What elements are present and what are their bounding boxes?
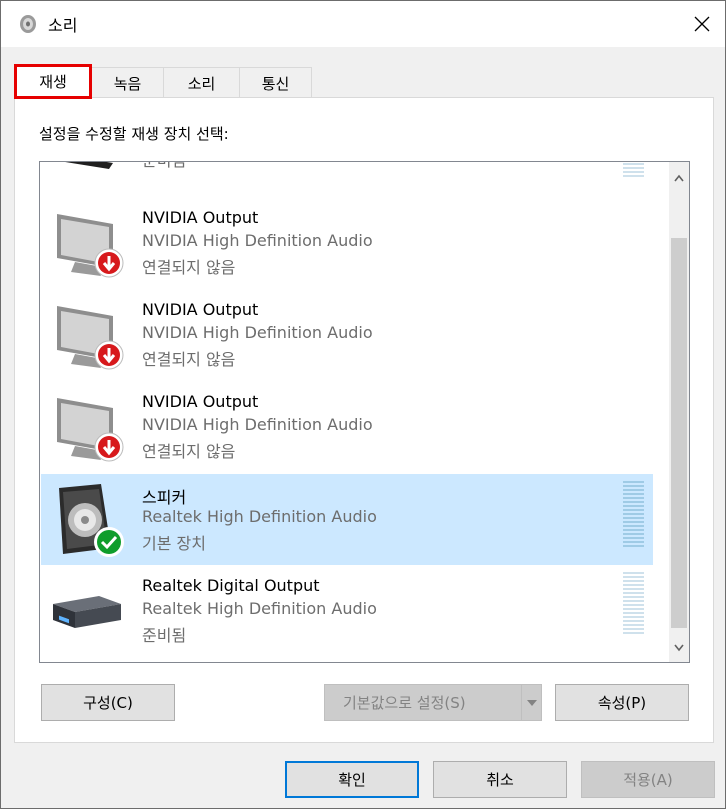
vertical-scrollbar[interactable]	[669, 162, 689, 662]
device-driver: NVIDIA High Definition Audio	[142, 323, 373, 342]
scrollbar-thumb[interactable]	[671, 238, 687, 628]
device-name: NVIDIA Output	[142, 208, 259, 227]
window-title: 소리	[48, 16, 78, 35]
select-device-prompt: 설정을 수정할 재생 장치 선택:	[39, 125, 229, 143]
device-status: 준비됨	[142, 626, 187, 645]
tab-communications[interactable]: 통신	[239, 67, 312, 98]
device-driver: Realtek High Definition Audio	[142, 507, 377, 526]
device-status: 연결되지 않음	[142, 258, 236, 277]
scroll-down-button[interactable]	[669, 638, 689, 658]
playback-device-list[interactable]: 준비됨 NVIDIA Output NVIDIA High Definition…	[39, 161, 690, 663]
device-status: 기본 장치	[142, 534, 206, 553]
device-status: 준비됨	[142, 162, 186, 171]
set-default-dropdown[interactable]	[521, 685, 541, 720]
device-item[interactable]: NVIDIA Output NVIDIA High Definition Aud…	[41, 198, 653, 289]
properties-button[interactable]: 속성(P)	[555, 684, 689, 721]
title-bar: 소리	[1, 1, 725, 47]
playback-panel: 설정을 수정할 재생 장치 선택: 준비됨	[14, 97, 714, 743]
speaker-app-icon	[18, 14, 38, 34]
chevron-down-icon	[526, 699, 537, 706]
device-item[interactable]: 준비됨	[41, 162, 653, 182]
device-name: NVIDIA Output	[142, 392, 259, 411]
device-status: 연결되지 않음	[142, 350, 236, 369]
monitor-icon	[65, 162, 113, 169]
chevron-up-icon	[674, 174, 684, 182]
device-driver: NVIDIA High Definition Audio	[142, 231, 373, 250]
device-name: NVIDIA Output	[142, 300, 259, 319]
device-status: 연결되지 않음	[142, 442, 236, 461]
disconnected-badge-icon	[94, 248, 124, 278]
device-name: Realtek Digital Output	[142, 576, 320, 595]
set-default-label: 기본값으로 설정(S)	[343, 694, 466, 712]
cancel-button[interactable]: 취소	[433, 761, 567, 798]
tab-playback[interactable]: 재생	[14, 64, 92, 99]
tab-recording[interactable]: 녹음	[91, 67, 164, 98]
close-icon	[694, 16, 710, 32]
device-item-selected[interactable]: 스피커 Realtek High Definition Audio 기본 장치	[41, 474, 653, 565]
disconnected-badge-icon	[94, 432, 124, 462]
disconnected-badge-icon	[94, 340, 124, 370]
tab-sounds[interactable]: 소리	[163, 67, 240, 98]
device-item[interactable]: NVIDIA Output NVIDIA High Definition Aud…	[41, 290, 653, 381]
scroll-up-button[interactable]	[669, 168, 689, 188]
level-meter	[623, 163, 644, 179]
close-button[interactable]	[679, 1, 725, 47]
ok-button[interactable]: 확인	[285, 761, 419, 798]
level-meter	[623, 572, 644, 636]
device-item[interactable]: Realtek Digital Output Realtek High Defi…	[41, 566, 653, 657]
device-driver: Realtek High Definition Audio	[142, 599, 377, 618]
level-meter	[623, 481, 644, 549]
device-name: 스피커	[142, 488, 187, 507]
set-default-button[interactable]: 기본값으로 설정(S)	[324, 684, 542, 721]
sound-dialog: 소리 재생 녹음 소리 통신 설정을 수정할 재생 장치 선택: 준비됨	[0, 0, 726, 809]
digital-output-icon	[53, 596, 121, 628]
default-check-icon	[94, 527, 124, 557]
chevron-down-icon	[674, 644, 684, 652]
device-item[interactable]: NVIDIA Output NVIDIA High Definition Aud…	[41, 382, 653, 473]
configure-button[interactable]: 구성(C)	[41, 684, 175, 721]
apply-button[interactable]: 적용(A)	[581, 761, 715, 798]
device-driver: NVIDIA High Definition Audio	[142, 415, 373, 434]
